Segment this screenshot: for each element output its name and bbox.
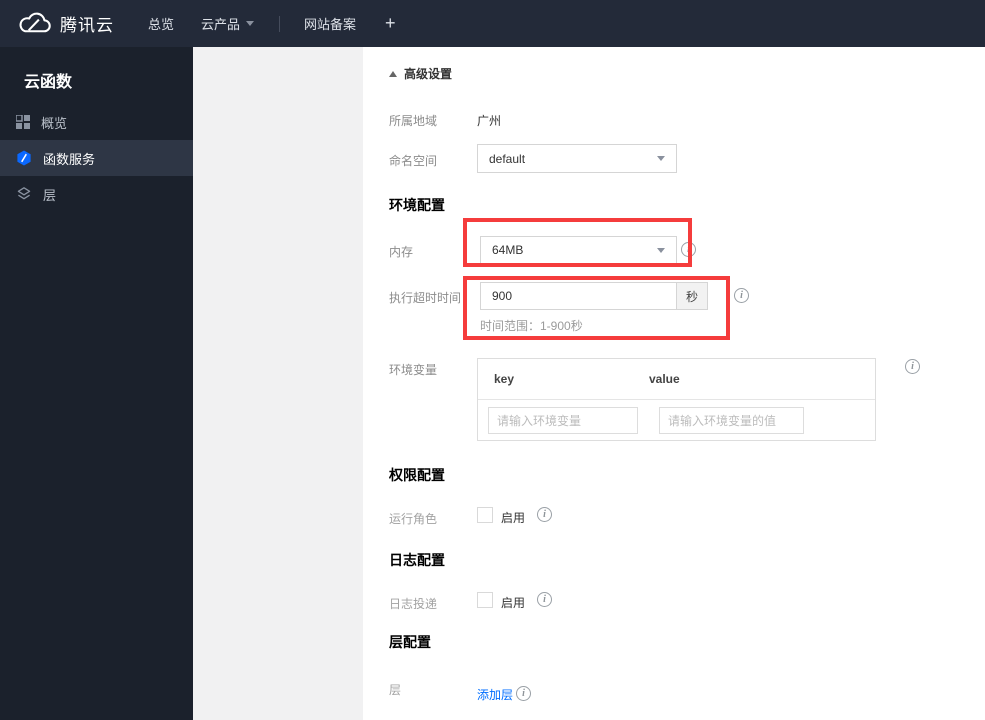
sidebar-item-function-service[interactable]: 函数服务: [0, 140, 193, 176]
envvar-key-input[interactable]: [488, 407, 638, 434]
namespace-select[interactable]: default: [477, 144, 677, 173]
layers-icon: [17, 187, 31, 200]
log-section-title: 日志配置: [389, 552, 445, 568]
brand-name: 腾讯云: [60, 16, 114, 35]
role-info-icon[interactable]: [537, 507, 552, 522]
nav-overview[interactable]: 总览: [148, 14, 174, 33]
region-label: 所属地域: [389, 114, 438, 128]
role-enable-label: 启用: [501, 511, 526, 525]
env-config-section-title: 环境配置: [389, 197, 445, 213]
chevron-down-icon: [657, 156, 665, 161]
timeout-info-icon[interactable]: [734, 288, 749, 303]
grid-icon: [16, 115, 30, 129]
namespace-selected-value: default: [489, 151, 526, 166]
sidebar-item-label: 函数服务: [43, 151, 96, 167]
timeout-label: 执行超时时间: [389, 291, 462, 305]
nav-cloud-products[interactable]: 云产品: [201, 14, 255, 33]
run-role-label: 运行角色: [389, 512, 438, 526]
tencent-cloud-logo-icon: [19, 12, 51, 32]
timeout-input-group: 秒: [480, 282, 708, 310]
chevron-down-icon: [657, 247, 665, 253]
region-value: 广州: [477, 114, 502, 128]
brand[interactable]: 腾讯云: [18, 11, 114, 36]
envvars-info-icon[interactable]: [905, 359, 920, 374]
log-info-icon[interactable]: [537, 592, 552, 607]
memory-info-icon[interactable]: [681, 242, 696, 257]
namespace-label: 命名空间: [389, 154, 438, 168]
envvars-value-header: value: [649, 372, 680, 386]
nav-cloud-products-label: 云产品: [201, 17, 241, 32]
nav-links: 总览 云产品 网站备案 +: [148, 13, 396, 34]
sidebar-item-label: 概览: [41, 115, 68, 131]
envvar-value-input[interactable]: [659, 407, 804, 434]
sidebar: 云函数 概览 函数服务 层: [0, 47, 193, 720]
log-enable-label: 启用: [501, 596, 526, 610]
envvars-table: key value: [477, 358, 876, 441]
envvars-table-row: [478, 400, 875, 434]
log-delivery-label: 日志投递: [389, 597, 438, 611]
envvars-table-header: key value: [478, 359, 875, 400]
layer-label: 层: [389, 683, 402, 697]
memory-select[interactable]: 64MB: [480, 236, 677, 264]
function-config-panel: 高级设置 所属地域 广州 命名空间 default 环境配置 内存 64MB 执…: [363, 47, 985, 720]
timeout-input[interactable]: [480, 282, 677, 310]
envvars-label: 环境变量: [389, 363, 438, 377]
timeout-unit: 秒: [677, 282, 708, 310]
memory-label: 内存: [389, 245, 414, 259]
memory-selected-value: 64MB: [492, 243, 524, 257]
sidebar-item-label: 层: [43, 187, 57, 203]
log-enable-checkbox[interactable]: [477, 592, 493, 608]
timeout-range-hint: 时间范围：1-900秒: [480, 319, 583, 333]
sidebar-item-overview[interactable]: 概览: [0, 104, 193, 140]
nav-add-tab-button[interactable]: +: [385, 13, 396, 34]
nav-website-record[interactable]: 网站备案: [304, 14, 356, 33]
layer-section-title: 层配置: [389, 634, 431, 650]
sidebar-menu: 概览 函数服务 层: [0, 104, 193, 212]
role-enable-checkbox[interactable]: [477, 507, 493, 523]
top-navbar: 腾讯云 总览 云产品 网站备案 +: [0, 0, 985, 47]
add-layer-link[interactable]: 添加层: [477, 686, 513, 703]
sidebar-item-layers[interactable]: 层: [0, 176, 193, 212]
scf-hexagon-icon: [17, 150, 31, 166]
collapse-arrow-icon: [389, 70, 397, 77]
permission-section-title: 权限配置: [389, 467, 445, 483]
nav-divider: [279, 15, 281, 32]
advanced-settings-toggle[interactable]: 高级设置: [389, 65, 452, 82]
envvars-key-header: key: [494, 372, 515, 386]
advanced-settings-label: 高级设置: [404, 67, 453, 81]
sidebar-title: 云函数: [24, 74, 73, 91]
chevron-down-icon: [246, 21, 255, 26]
layer-info-icon[interactable]: [516, 686, 531, 701]
